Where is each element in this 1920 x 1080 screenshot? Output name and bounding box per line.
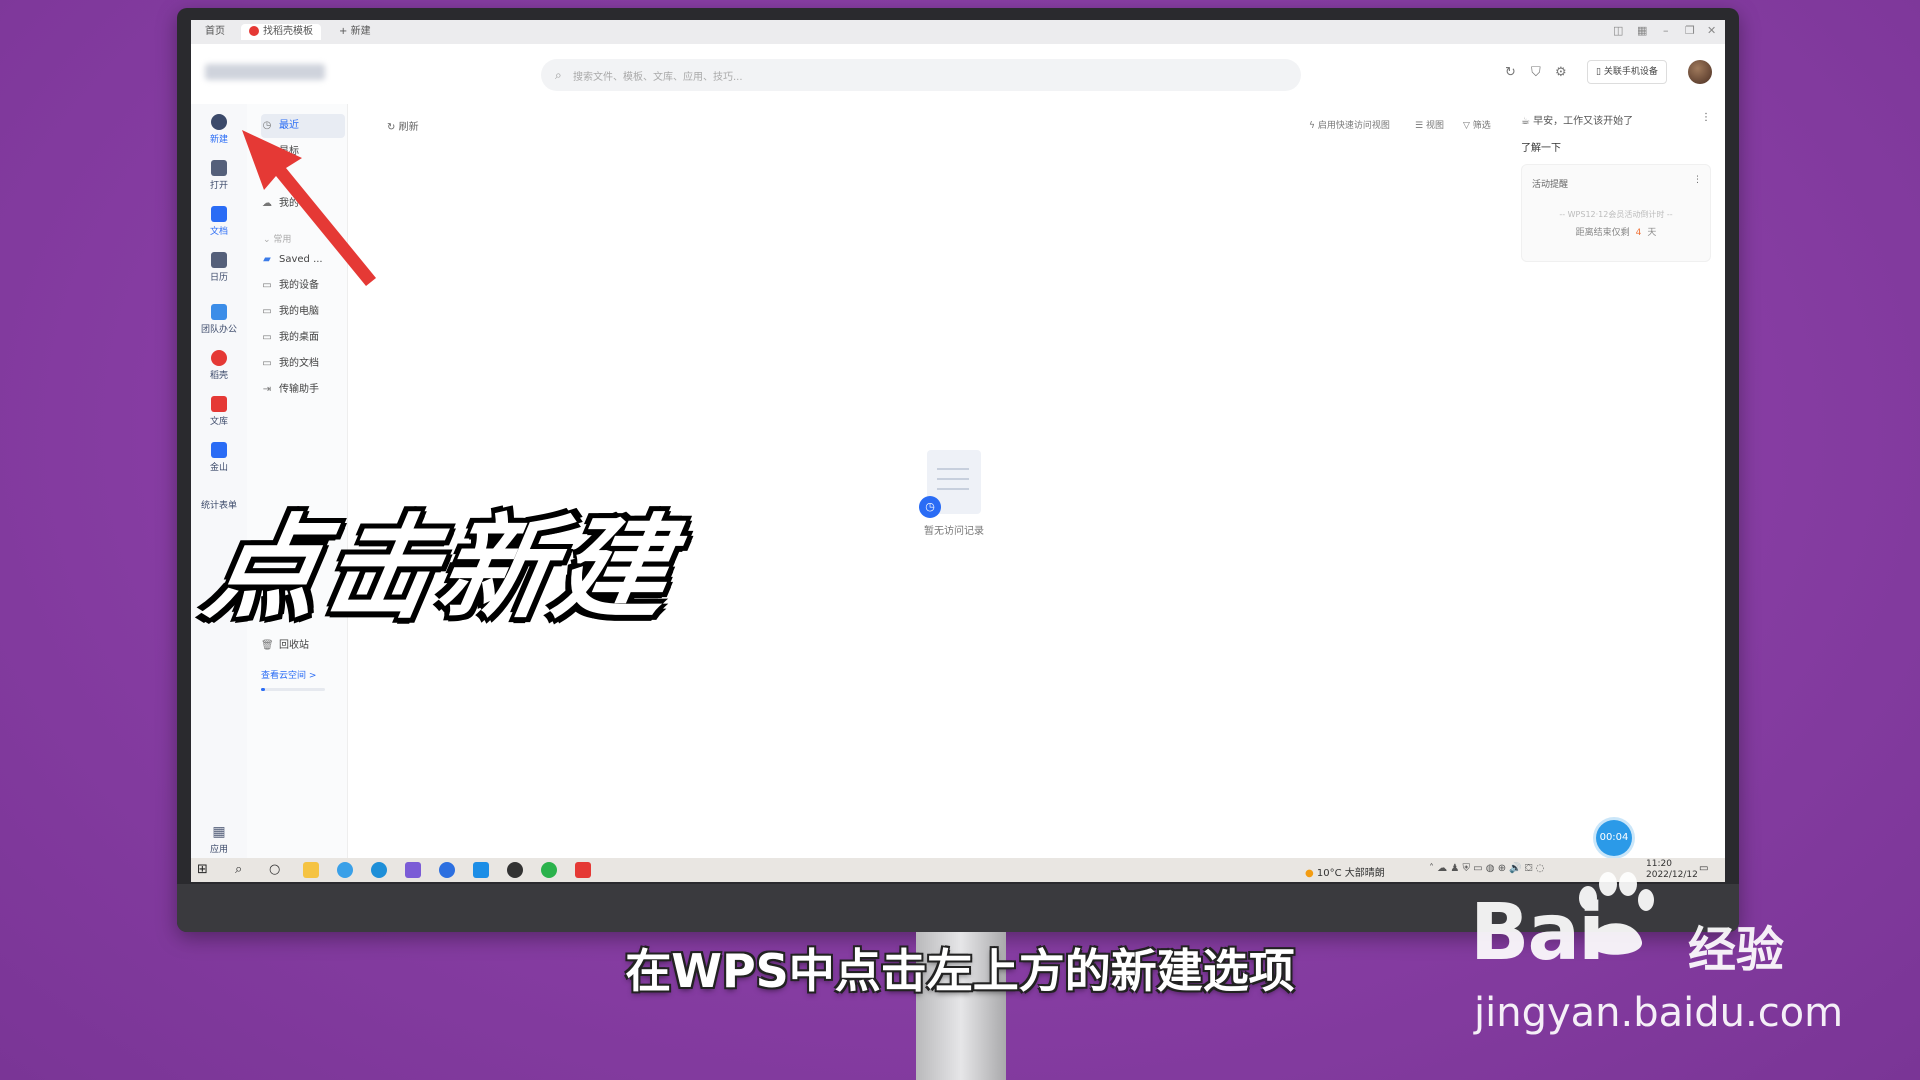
wps-logo-icon [249, 26, 259, 36]
red-arrow-icon [242, 130, 376, 286]
cup-icon: ☕ [1521, 116, 1530, 127]
card-line2: 距离结束仅剩 4 天 [1575, 228, 1657, 238]
library-icon [211, 396, 227, 412]
tab-docer-templates[interactable]: 找稻壳模板 [241, 24, 321, 40]
plus-icon: + [339, 26, 348, 37]
file-explorer-icon[interactable] [303, 862, 319, 878]
wps-taskbar-icon[interactable] [575, 862, 591, 878]
app-icon[interactable] [439, 862, 455, 878]
tray-icons[interactable]: ˄ ☁ ♟ ⛨ ▭ ◍ ⊕ 🔊 ⛋ ◌ [1429, 863, 1544, 874]
docs-icon: ▭ [262, 358, 272, 369]
refresh-button[interactable]: ↻ 刷新 [387, 118, 419, 133]
rail-new[interactable]: 新建 [191, 114, 247, 145]
storage-fill [261, 688, 265, 691]
computer-icon: ▭ [262, 306, 272, 317]
bolt-icon: ϟ [1309, 121, 1315, 131]
recording-timer[interactable]: 00:04 [1596, 820, 1632, 856]
storage-bar [261, 688, 325, 691]
brand-logo [205, 64, 325, 80]
baidu-watermark: Bai 经验 jingyan.baidu.com [1470, 872, 1843, 1036]
search-placeholder: 搜索文件、模板、文库、应用、技巧... [573, 72, 743, 83]
rail-docer[interactable]: 稻壳 [191, 350, 247, 381]
team-icon [211, 304, 227, 320]
link-phone-button[interactable]: ▯ 关联手机设备 [1587, 60, 1667, 84]
subnav-my-computer[interactable]: ▭ 我的电脑 [261, 300, 345, 324]
card-more-icon[interactable]: ⋮ [1693, 175, 1702, 185]
card-title: 活动提醒 [1532, 180, 1569, 190]
rail-kingsoft[interactable]: 金山 [191, 442, 247, 473]
subnav-my-docs[interactable]: ▭ 我的文档 [261, 352, 345, 376]
notepad-icon: ◷ [919, 450, 981, 518]
days-left: 4 [1635, 228, 1642, 238]
paw-icon [1579, 872, 1654, 955]
sync-icon[interactable]: ↻ [1505, 65, 1516, 80]
minimize-icon[interactable]: – [1663, 24, 1669, 37]
taskbar: ⊞ ⌕ ○ ● 10°C 大部晴朗 ˄ ☁ ♟ ⛨ ▭ ◍ ⊕ 🔊 ⛋ ◌ 11… [191, 858, 1725, 882]
avatar[interactable] [1688, 60, 1712, 84]
view-button[interactable]: ☰ 视图 [1415, 118, 1444, 131]
cloud-space-link[interactable]: 查看云空间 > [261, 664, 345, 688]
new-icon [211, 114, 227, 130]
empty-state: ◷ 暂无访问记录 [909, 450, 999, 537]
windows-start-icon[interactable]: ⊞ [197, 862, 213, 878]
title-bar: 首页 找稻壳模板 + 新建 ◫ ▦ – ❐ ✕ [191, 20, 1725, 44]
restore-icon[interactable]: ❐ [1685, 24, 1695, 37]
more-icon[interactable]: ⋮ [1701, 112, 1711, 123]
notification-icon[interactable]: ▭ [1699, 863, 1708, 874]
search-input[interactable]: ⌕ 搜索文件、模板、文库、应用、技巧... [541, 59, 1301, 91]
edge-icon[interactable] [371, 862, 387, 878]
clock-badge-icon: ◷ [919, 496, 941, 518]
transfer-icon: ⇥ [262, 384, 272, 395]
browser-icon[interactable] [337, 862, 353, 878]
refresh-icon: ↻ [387, 122, 396, 133]
search-icon: ⌕ [555, 68, 562, 82]
tab-home[interactable]: 首页 [197, 24, 233, 40]
camera-icon[interactable] [507, 862, 523, 878]
folder-icon [211, 160, 227, 176]
wechat-icon[interactable] [541, 862, 557, 878]
search-icon[interactable]: ⌕ [235, 862, 251, 878]
photos-icon[interactable] [405, 862, 421, 878]
overlay-title: 点击新建 [196, 504, 684, 634]
layout-icon[interactable]: ◫ [1613, 24, 1623, 37]
learn-more-link[interactable]: 了解一下 [1521, 139, 1711, 154]
filter-button[interactable]: ▽ 筛选 [1463, 118, 1491, 131]
rail-open[interactable]: 打开 [191, 160, 247, 191]
docer-icon [211, 350, 227, 366]
list-icon: ☰ [1415, 121, 1424, 131]
desktop-icon: ▭ [262, 332, 272, 343]
rail-docs[interactable]: 文档 [191, 206, 247, 237]
shirt-icon[interactable]: ⛉ [1531, 65, 1541, 80]
subnav-my-desktop[interactable]: ▭ 我的桌面 [261, 326, 345, 350]
watermark-brand-cn: 经验 [1688, 922, 1785, 978]
activity-card[interactable]: 活动提醒 ⋮ -- WPS12·12会员活动倒计时 -- 距离结束仅剩 4 天 [1521, 164, 1711, 262]
filter-icon: ▽ [1463, 121, 1470, 131]
right-panel: ☕ 早安，工作又该开始了 ⋮ 了解一下 活动提醒 ⋮ -- WPS12·12会员活… [1521, 112, 1711, 262]
grid-icon[interactable]: ▦ [1637, 24, 1647, 37]
rail-team[interactable]: 团队办公 [191, 304, 247, 335]
mail-icon[interactable] [473, 862, 489, 878]
close-icon[interactable]: ✕ [1707, 24, 1716, 37]
gear-icon[interactable]: ⚙ [1555, 65, 1567, 80]
rail-library[interactable]: 文库 [191, 396, 247, 427]
sun-icon: ● [1305, 868, 1314, 879]
task-view-icon[interactable]: ○ [269, 862, 285, 878]
weather[interactable]: ● 10°C 大部晴朗 [1305, 864, 1385, 879]
apps-grid-icon: ▦ [212, 824, 226, 840]
rail-calendar[interactable]: 日历 [191, 252, 247, 283]
rail-apps[interactable]: ▦ 应用 [191, 824, 247, 855]
subnav-transfer[interactable]: ⇥ 传输助手 [261, 378, 345, 402]
screen: 首页 找稻壳模板 + 新建 ◫ ▦ – ❐ ✕ ⌕ 搜索文件、模板、文库、应用、… [191, 20, 1725, 882]
tab-new[interactable]: + 新建 [331, 24, 379, 40]
card-line1: -- WPS12·12会员活动倒计时 -- [1559, 210, 1673, 219]
phone-icon: ▯ [1596, 67, 1601, 77]
quick-view-button[interactable]: ϟ 启用快速访问视图 [1309, 118, 1390, 131]
kingsoft-icon [211, 442, 227, 458]
calendar-icon [211, 252, 227, 268]
document-icon [211, 206, 227, 222]
watermark-url: jingyan.baidu.com [1474, 990, 1844, 1036]
greeting: ☕ 早安，工作又该开始了 ⋮ [1521, 112, 1711, 127]
